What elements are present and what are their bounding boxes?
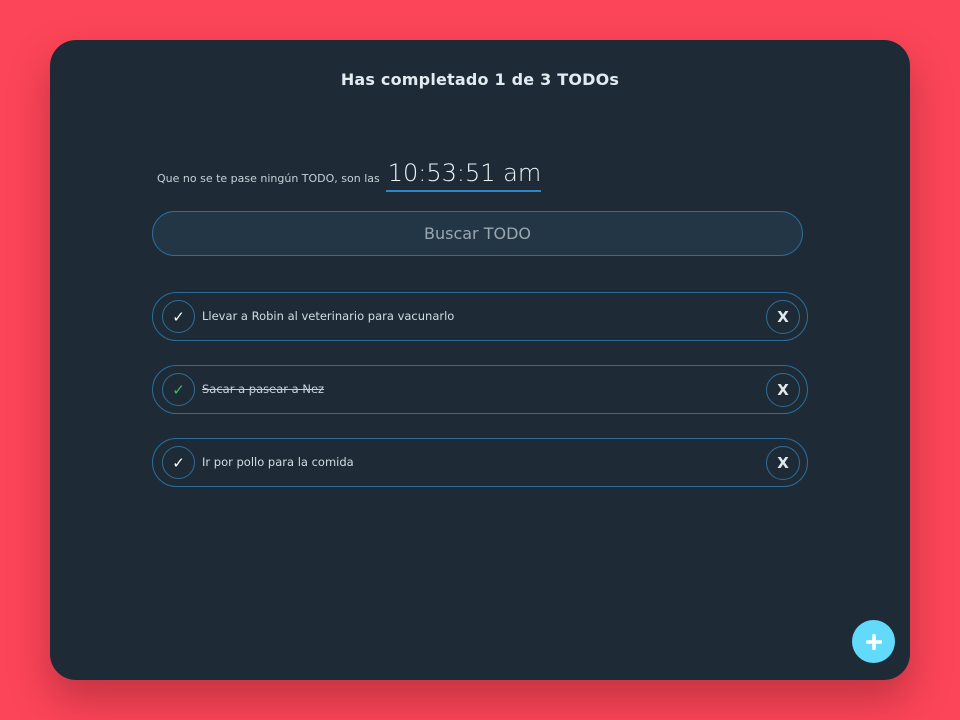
complete-toggle-check-icon[interactable]: ✓ bbox=[162, 446, 195, 479]
todo-text: Llevar a Robin al veterinario para vacun… bbox=[202, 309, 455, 323]
delete-button[interactable]: X bbox=[766, 373, 800, 407]
delete-button[interactable]: X bbox=[766, 446, 800, 480]
todo-card: Has completado 1 de 3 TODOs Que no se te… bbox=[50, 40, 910, 680]
plus-icon bbox=[865, 633, 882, 650]
todo-item: ✓ Sacar a pasear a Nez X bbox=[152, 365, 808, 414]
todo-item: ✓ Ir por pollo para la comida X bbox=[152, 438, 808, 487]
clock-label: Que no se te pase ningún TODO, son las bbox=[157, 172, 380, 185]
delete-button[interactable]: X bbox=[766, 300, 800, 334]
complete-toggle-check-icon[interactable]: ✓ bbox=[162, 300, 195, 333]
page-title: Has completado 1 de 3 TODOs bbox=[340, 70, 620, 89]
search-input[interactable] bbox=[152, 211, 803, 256]
add-todo-button[interactable] bbox=[852, 620, 895, 663]
todo-text: Sacar a pasear a Nez bbox=[202, 382, 325, 396]
todo-text: Ir por pollo para la comida bbox=[202, 455, 354, 469]
todo-list: ✓ Llevar a Robin al veterinario para vac… bbox=[152, 292, 808, 511]
clock-row: Que no se te pase ningún TODO, son las 1… bbox=[157, 158, 542, 192]
complete-toggle-check-icon[interactable]: ✓ bbox=[162, 373, 195, 406]
clock-time: 10:53:51 am bbox=[385, 158, 542, 192]
todo-item: ✓ Llevar a Robin al veterinario para vac… bbox=[152, 292, 808, 341]
